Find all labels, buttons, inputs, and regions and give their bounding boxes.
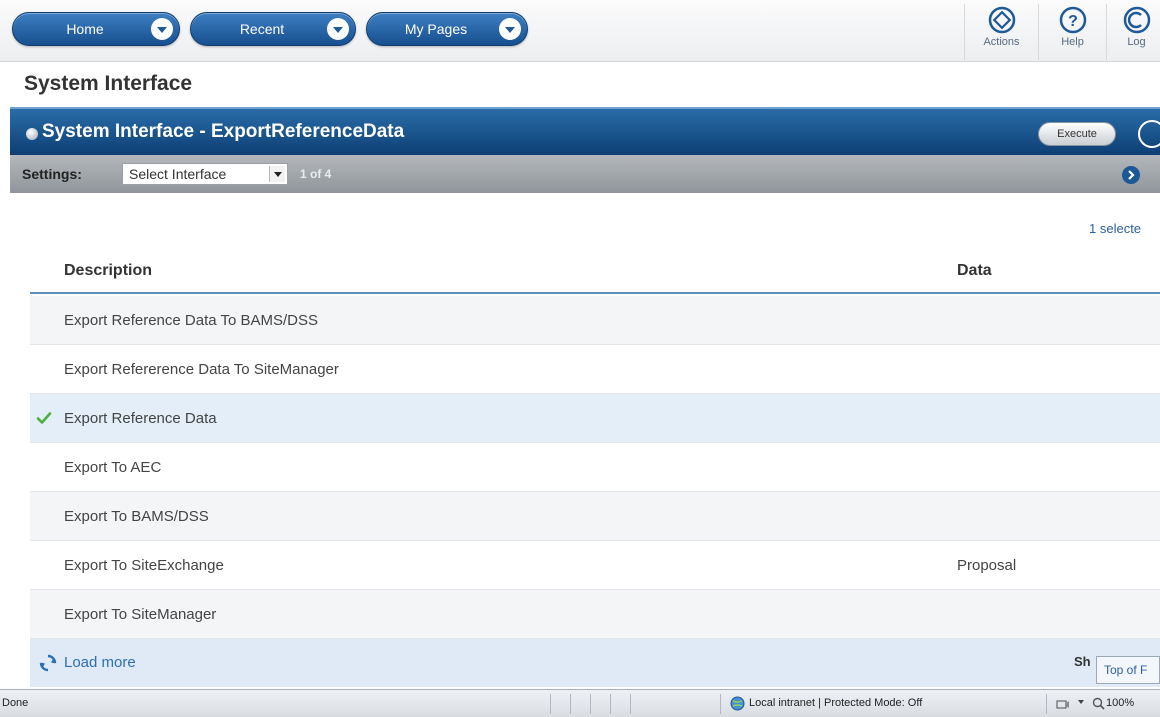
recent-label: Recent (239, 21, 285, 37)
panel-title: System Interface - ExportReferenceData (42, 121, 405, 142)
status-separator (590, 694, 591, 714)
help-button[interactable]: ? Help (1038, 4, 1106, 60)
table-row[interactable]: Export To SiteManager (30, 590, 1160, 639)
execute-button[interactable]: Execute (1038, 122, 1116, 146)
load-more-link[interactable]: Load more (64, 654, 136, 671)
table-row[interactable]: Export Refererence Data To SiteManager (30, 345, 1160, 394)
chevron-down-icon[interactable] (499, 18, 521, 40)
home-label: Home (66, 21, 104, 37)
row-description: Export To BAMS/DSS (64, 508, 209, 525)
security-zone-text[interactable]: Local intranet | Protected Mode: Off (749, 697, 922, 709)
status-separator (550, 694, 551, 714)
load-more-bar: Load more Sh (30, 639, 1160, 687)
logout-label: Log (1127, 36, 1146, 48)
selected-count: 1 selecte (1089, 221, 1142, 236)
row-description: Export To AEC (64, 459, 162, 476)
page-title: System Interface (24, 72, 193, 95)
row-data: Proposal (957, 557, 1017, 574)
interface-select[interactable]: Select Interface (122, 163, 288, 185)
recent-menu-button[interactable]: Recent (190, 12, 356, 46)
settings-label: Settings: (22, 166, 82, 182)
status-bar: Done Local intranet | Protected Mode: Of… (0, 689, 1160, 717)
zoom-icon[interactable] (1092, 697, 1105, 710)
check-icon (36, 412, 52, 424)
collapse-icon[interactable] (26, 128, 38, 140)
chevron-down-icon[interactable] (327, 18, 349, 40)
table-row[interactable]: Export Reference Data To BAMS/DSS (30, 296, 1160, 345)
logout-button[interactable]: Log (1106, 4, 1160, 60)
actions-icon (988, 6, 1015, 34)
actions-label: Actions (983, 36, 1020, 48)
my-pages-menu-button[interactable]: My Pages (366, 12, 528, 46)
globe-icon (730, 696, 745, 711)
help-icon: ? (1059, 6, 1086, 34)
status-separator (610, 694, 611, 714)
zoom-level[interactable]: 100% (1106, 697, 1134, 709)
status-text: Done (2, 697, 29, 709)
status-separator (570, 694, 571, 714)
svg-text:?: ? (1068, 13, 1078, 30)
actions-button[interactable]: Actions (964, 4, 1038, 60)
protected-mode-icon[interactable] (1056, 697, 1070, 710)
show-label: Sh (1074, 654, 1091, 669)
page-count: 1 of 4 (300, 167, 332, 181)
home-menu-button[interactable]: Home (12, 12, 180, 46)
status-separator (630, 694, 631, 714)
column-header-data[interactable]: Data (957, 262, 992, 280)
top-of-page-tooltip: Top of F (1096, 656, 1160, 684)
table-row[interactable]: Export To SiteExchange Proposal (30, 541, 1160, 590)
chevron-down-icon[interactable] (269, 166, 285, 182)
help-label: Help (1061, 36, 1084, 48)
table-row[interactable]: Export To AEC (30, 443, 1160, 492)
interface-select-value: Select Interface (129, 166, 227, 182)
refresh-icon[interactable] (38, 653, 58, 673)
row-description: Export To SiteExchange (64, 557, 224, 574)
row-description: Export Reference Data (64, 410, 217, 427)
table-divider (30, 292, 1160, 294)
row-description: Export Reference Data To BAMS/DSS (64, 312, 319, 329)
chevron-down-icon[interactable] (1078, 700, 1084, 704)
logout-icon (1123, 6, 1150, 34)
table-row-selected[interactable]: Export Reference Data (30, 394, 1160, 443)
column-header-description[interactable]: Description (64, 262, 152, 280)
status-separator (720, 694, 721, 714)
top-nav: Home Recent My Pages Actions ? Help Log (0, 0, 1160, 62)
status-separator (1046, 694, 1047, 714)
help-icon[interactable] (1138, 120, 1160, 148)
my-pages-label: My Pages (404, 21, 468, 37)
panel-header: System Interface - ExportReferenceData E… (10, 107, 1160, 155)
chevron-down-icon[interactable] (151, 18, 173, 40)
next-arrow-icon[interactable] (1122, 166, 1140, 184)
row-description: Export To SiteManager (64, 606, 217, 623)
settings-bar: Settings: Select Interface 1 of 4 (10, 155, 1160, 193)
row-description: Export Refererence Data To SiteManager (64, 361, 339, 378)
table-row[interactable]: Export To BAMS/DSS (30, 492, 1160, 541)
